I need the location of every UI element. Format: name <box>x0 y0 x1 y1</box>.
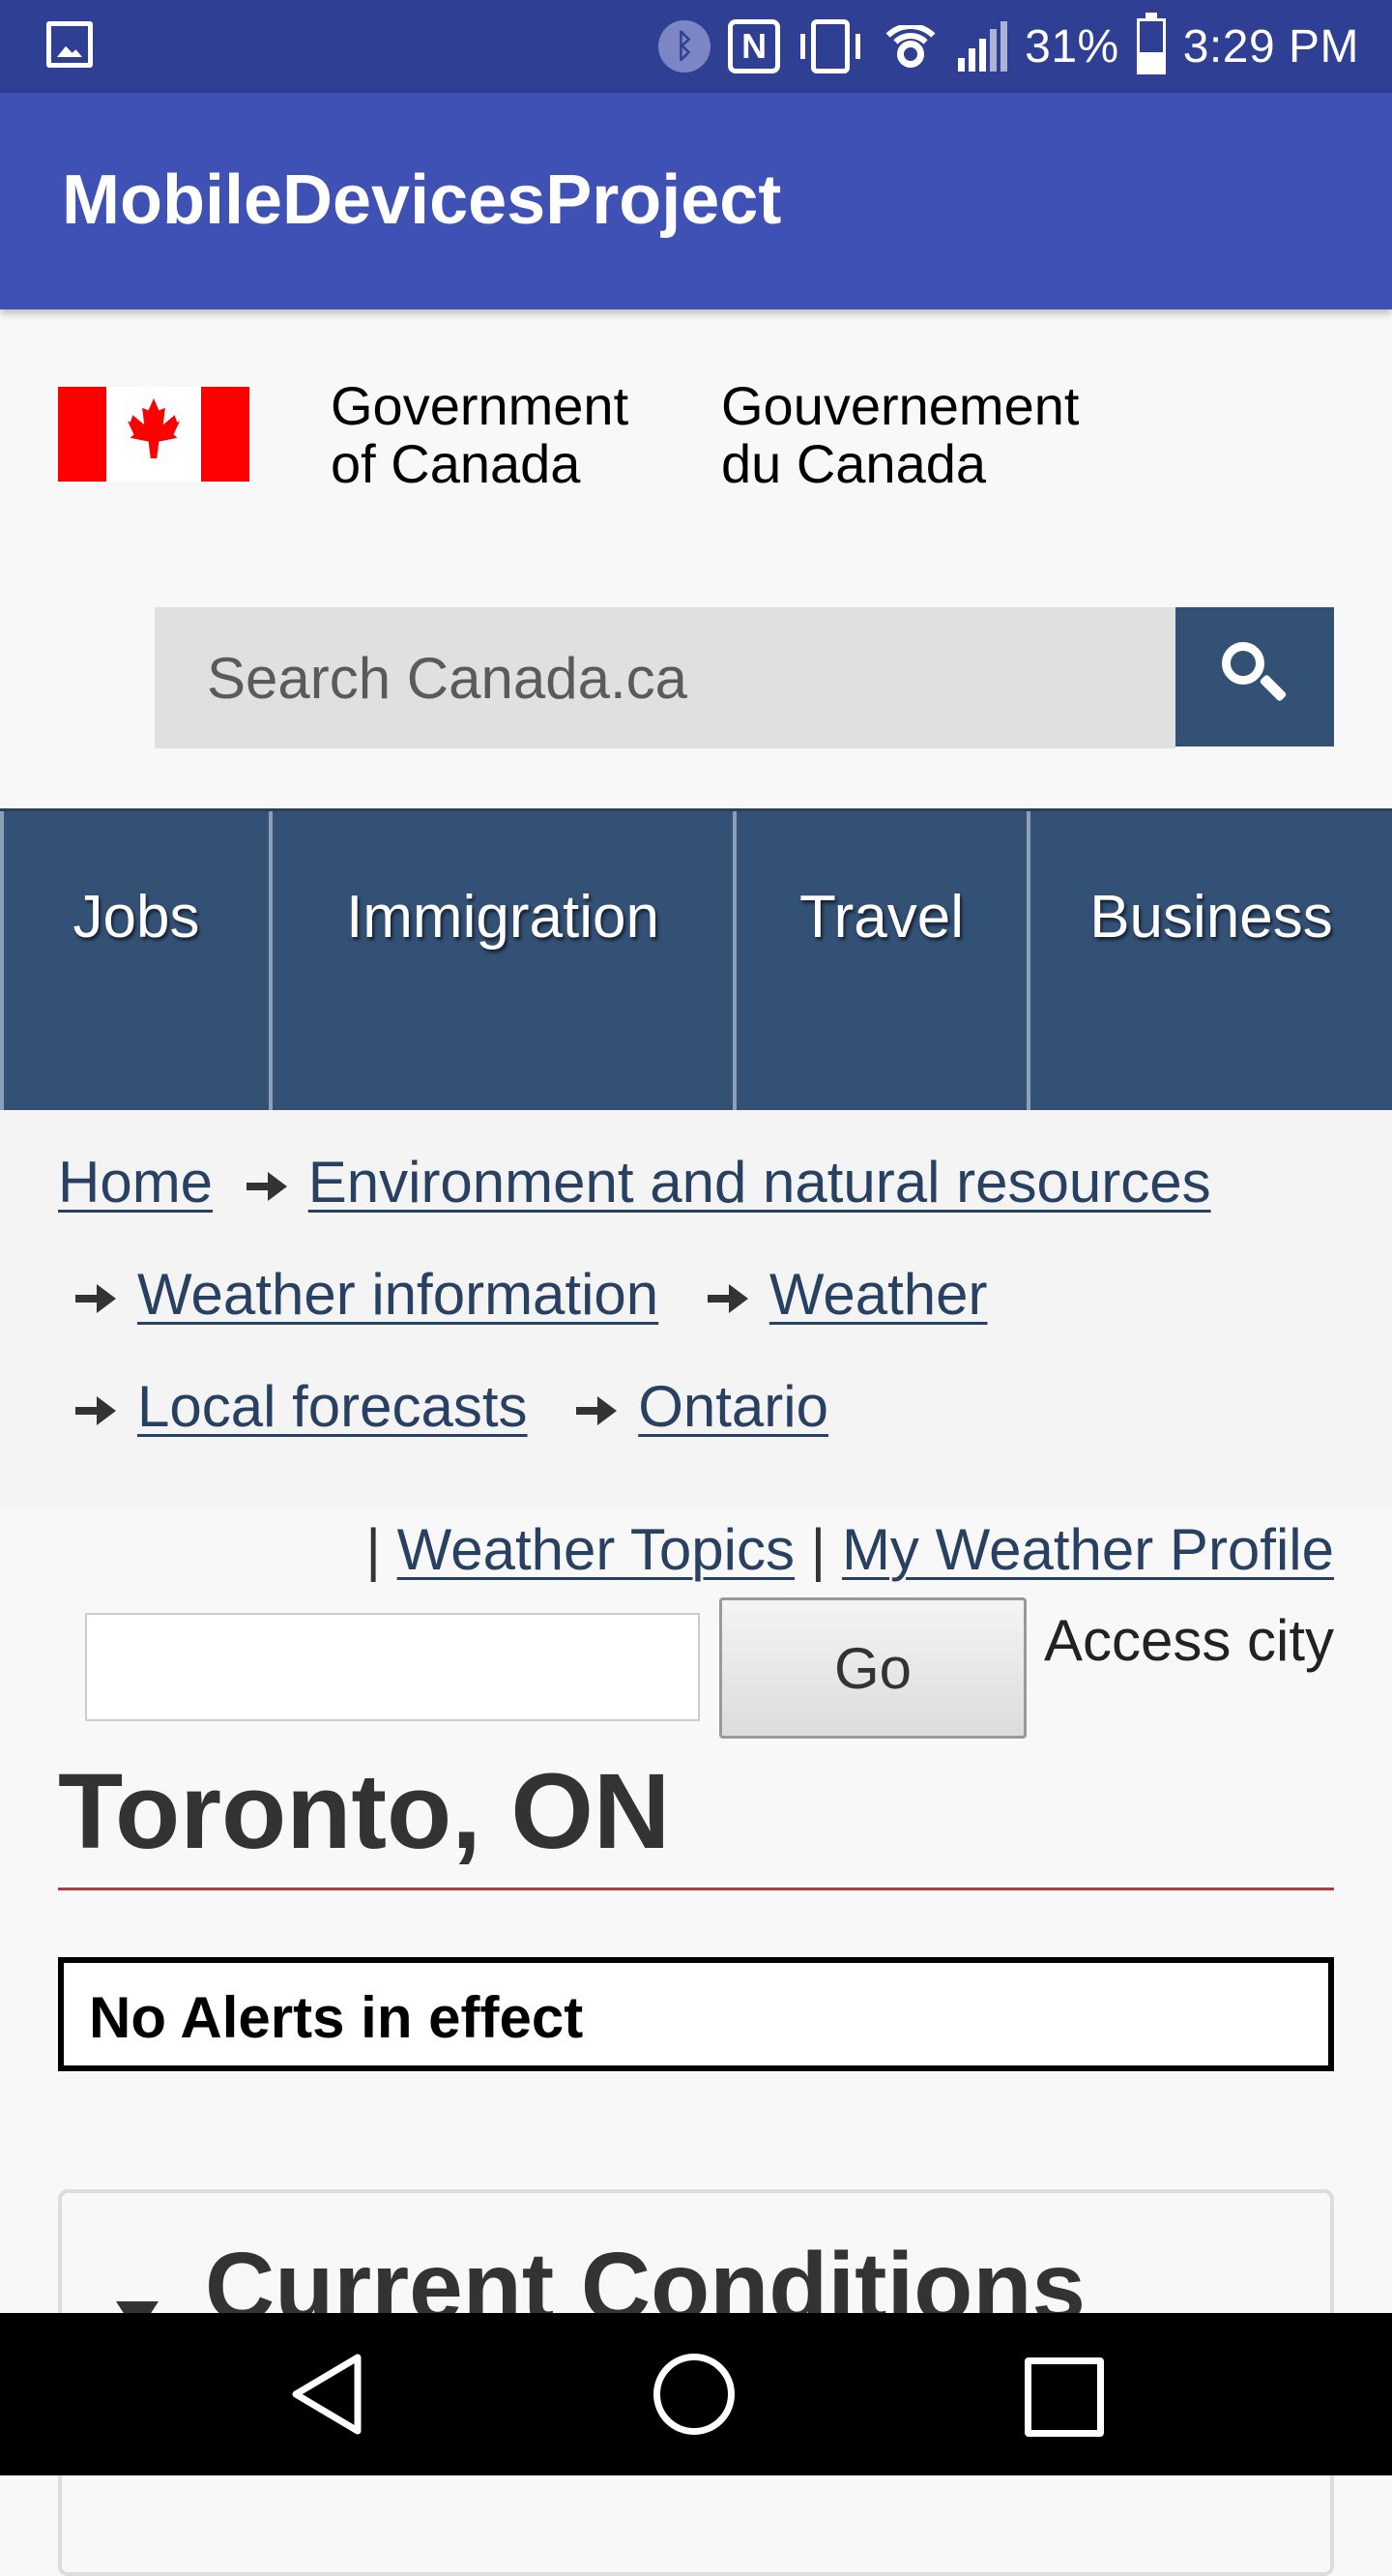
flag-center <box>106 387 201 482</box>
gov-name-fr-line1: Gouvernement <box>721 375 1080 436</box>
link-separator: | <box>810 1517 826 1582</box>
main-menu: Jobs Immigration Travel Business <box>0 808 1392 1113</box>
arrow-right-icon <box>707 1284 752 1314</box>
gallery-icon <box>46 21 93 68</box>
battery-icon <box>1136 13 1166 74</box>
access-city-label: Access city <box>1043 1608 1334 1673</box>
canada-flag-logo[interactable] <box>58 387 249 482</box>
gov-name-fr-line2: du Canada <box>721 433 987 494</box>
city-input[interactable] <box>85 1613 700 1721</box>
menu-item-business[interactable]: Business <box>1027 811 1392 1113</box>
title-divider <box>58 1888 1334 1890</box>
vibrate-icon <box>800 19 861 73</box>
gov-name-en-line1: Government <box>331 375 629 436</box>
bluetooth-icon: ᛒ <box>658 20 711 73</box>
signal-icon <box>958 21 1008 72</box>
breadcrumb-environment[interactable]: Environment and natural resources <box>308 1150 1211 1215</box>
weather-links: | Weather Topics | My Weather Profile <box>365 1516 1334 1583</box>
flag-left-bar <box>58 387 106 482</box>
breadcrumb-local-forecasts[interactable]: Local forecasts <box>137 1374 528 1439</box>
menu-item-jobs[interactable]: Jobs <box>0 811 269 1113</box>
link-separator: | <box>365 1517 381 1582</box>
status-icons: ᛒ N 31% 3:29 PM <box>658 0 1359 93</box>
app-bar: MobileDevicesProject <box>0 93 1392 309</box>
gov-name-en[interactable]: Government of Canada <box>331 377 628 493</box>
page-title: Toronto, ON <box>58 1752 671 1871</box>
maple-leaf-icon <box>128 398 180 458</box>
search-icon <box>1222 642 1264 685</box>
battery-percent: 31% <box>1025 20 1119 73</box>
breadcrumb-home[interactable]: Home <box>58 1150 213 1215</box>
menu-item-travel[interactable]: Travel <box>733 811 1027 1113</box>
recent-apps-icon[interactable] <box>1025 2357 1104 2437</box>
my-weather-profile-link[interactable]: My Weather Profile <box>842 1517 1334 1582</box>
arrow-right-icon <box>75 1396 120 1426</box>
search-input[interactable] <box>155 607 1175 748</box>
breadcrumb-weather[interactable]: Weather <box>769 1262 988 1327</box>
wifi-icon <box>881 25 942 68</box>
arrow-right-icon <box>75 1284 120 1314</box>
alerts-box: No Alerts in effect <box>58 1957 1334 2071</box>
status-bar: ᛒ N 31% 3:29 PM <box>0 0 1392 93</box>
menu-item-immigration[interactable]: Immigration <box>269 811 733 1113</box>
arrow-right-icon <box>576 1396 621 1426</box>
gov-name-fr[interactable]: Gouvernement du Canada <box>721 377 1079 493</box>
search-button[interactable] <box>1175 607 1334 746</box>
home-icon[interactable] <box>653 2354 735 2435</box>
alerts-text: No Alerts in effect <box>89 1985 584 2050</box>
clock: 3:29 PM <box>1182 20 1359 73</box>
breadcrumb-weather-information[interactable]: Weather information <box>137 1262 658 1327</box>
flag-right-bar <box>201 387 249 482</box>
weather-topics-link[interactable]: Weather Topics <box>397 1517 795 1582</box>
breadcrumb: Home Environment and natural resources W… <box>0 1110 1392 1508</box>
nfc-icon: N <box>728 19 781 73</box>
go-button[interactable]: Go <box>719 1597 1027 1739</box>
gov-name-en-line2: of Canada <box>331 433 581 494</box>
app-title: MobileDevicesProject <box>62 161 782 239</box>
system-nav-bar <box>0 2313 1392 2475</box>
breadcrumb-ontario[interactable]: Ontario <box>638 1374 828 1439</box>
arrow-right-icon <box>246 1172 291 1202</box>
back-icon[interactable] <box>288 2352 363 2437</box>
